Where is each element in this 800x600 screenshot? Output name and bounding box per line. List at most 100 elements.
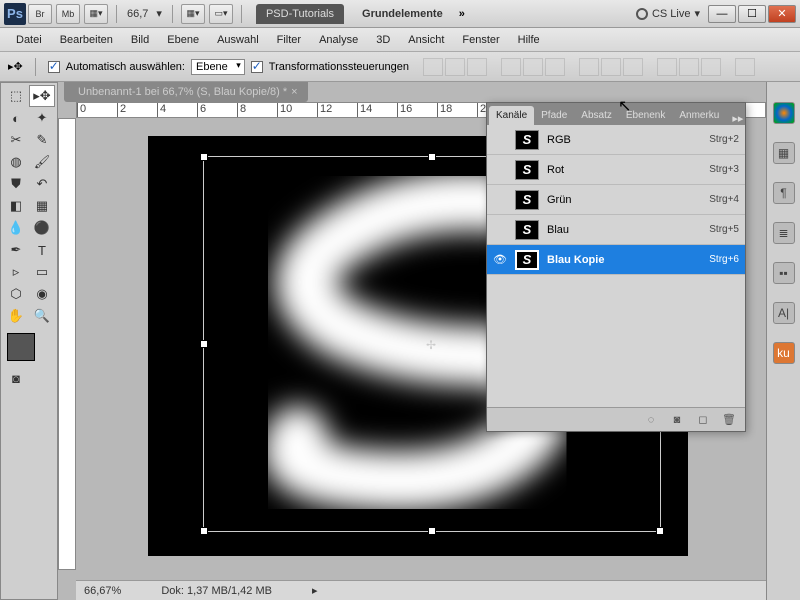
menu-filter[interactable]: Filter <box>269 31 309 49</box>
menu-fenster[interactable]: Fenster <box>454 31 507 49</box>
adjustments-dock-icon[interactable]: ▪▪ <box>773 262 795 284</box>
handle-bm[interactable] <box>428 527 436 535</box>
statusbar: 66,67% Dok: 1,37 MB/1,42 MB ▸ <box>76 580 766 600</box>
tab-ebenenk[interactable]: Ebenenk <box>619 106 672 125</box>
handle-br[interactable] <box>656 527 664 535</box>
channel-blau[interactable]: SBlauStrg+5 <box>487 215 745 245</box>
channel-rgb[interactable]: SRGBStrg+2 <box>487 125 745 155</box>
close-button[interactable]: ✕ <box>768 5 796 23</box>
delete-channel-icon[interactable]: 🗑 <box>721 412 737 428</box>
panel-tabs: Kanäle Pfade Absatz Ebenenk Anmerku ▸▸ ▤ <box>487 103 745 125</box>
view-extras-button[interactable]: ▦▾ <box>84 4 108 24</box>
channel-blau-kopie[interactable]: SBlau KopieStrg+6 <box>487 245 745 275</box>
pen-tool[interactable]: ✒ <box>3 239 29 261</box>
new-channel-icon[interactable]: ◻ <box>695 412 711 428</box>
eye-icon[interactable] <box>493 193 507 207</box>
center-mark[interactable]: ✢ <box>426 338 438 350</box>
maximize-button[interactable]: ☐ <box>738 5 766 23</box>
handle-ml[interactable] <box>200 340 208 348</box>
channel-rot[interactable]: SRotStrg+3 <box>487 155 745 185</box>
panel-footer: ◌ ◙ ◻ 🗑 <box>487 407 745 431</box>
eyedropper-tool[interactable]: ✎ <box>29 129 55 151</box>
blur-tool[interactable]: 💧 <box>3 217 29 239</box>
gradient-tool[interactable]: ▦ <box>29 195 55 217</box>
hand-tool[interactable]: ✋ <box>3 305 29 327</box>
cs-live[interactable]: CS Live▾ <box>636 7 700 20</box>
color-swatch[interactable] <box>7 333 35 361</box>
menu-ebene[interactable]: Ebene <box>159 31 207 49</box>
zoom-tool[interactable]: 🔍 <box>29 305 55 327</box>
dodge-tool[interactable]: ⚫ <box>29 217 55 239</box>
channel-gruen[interactable]: SGrünStrg+4 <box>487 185 745 215</box>
crop-tool[interactable]: ✂ <box>3 129 29 151</box>
menu-ansicht[interactable]: Ansicht <box>400 31 452 49</box>
status-doc[interactable]: Dok: 1,37 MB/1,42 MB <box>161 585 272 597</box>
wand-tool[interactable]: ✦ <box>29 107 55 129</box>
toolbox: ⬚▸✥ ◐✦ ✂✎ ◍🖌 ⛊↶ ◧▦ 💧⚫ ✒T ▹▭ ⬡◉ ✋🔍 ◙ <box>0 82 58 600</box>
type-tool[interactable]: T <box>29 239 55 261</box>
stamp-tool[interactable]: ⛊ <box>3 173 29 195</box>
transform-controls-checkbox[interactable] <box>251 61 263 73</box>
menubar: Datei Bearbeiten Bild Ebene Auswahl Filt… <box>0 28 800 52</box>
handle-bl[interactable] <box>200 527 208 535</box>
arrange-button[interactable]: ▦▾ <box>181 4 205 24</box>
menu-3d[interactable]: 3D <box>368 31 398 49</box>
close-tab-icon[interactable]: × <box>291 86 297 98</box>
layers-dock-icon[interactable]: ≣ <box>773 222 795 244</box>
eye-icon[interactable] <box>493 133 507 147</box>
photoshop-icon: Ps <box>4 3 26 25</box>
workspace-tab-grund[interactable]: Grundelemente <box>352 4 453 24</box>
minimize-button[interactable]: — <box>708 5 736 23</box>
menu-bearbeiten[interactable]: Bearbeiten <box>52 31 121 49</box>
character-dock-icon[interactable]: A| <box>773 302 795 324</box>
tab-pfade[interactable]: Pfade <box>534 106 574 125</box>
menu-bild[interactable]: Bild <box>123 31 157 49</box>
panel-expand-icon[interactable]: ▸▸ <box>726 112 745 125</box>
tab-kanaele[interactable]: Kanäle <box>489 106 534 125</box>
bridge-button[interactable]: Br <box>28 4 52 24</box>
move-tool[interactable]: ▸✥ <box>29 85 55 107</box>
minibridge-button[interactable]: Mb <box>56 4 80 24</box>
channels-panel: Kanäle Pfade Absatz Ebenenk Anmerku ▸▸ ▤… <box>486 102 746 432</box>
3d-cam-tool[interactable]: ◉ <box>29 283 55 305</box>
handle-tl[interactable] <box>200 153 208 161</box>
heal-tool[interactable]: ◍ <box>3 151 29 173</box>
menu-datei[interactable]: Datei <box>8 31 50 49</box>
shape-tool[interactable]: ▭ <box>29 261 55 283</box>
swatches-dock-icon[interactable]: ▦ <box>773 142 795 164</box>
history-tool[interactable]: ↶ <box>29 173 55 195</box>
paragraph-dock-icon[interactable]: ¶ <box>773 182 795 204</box>
quickmask-tool[interactable]: ◙ <box>3 367 29 389</box>
zoom-level[interactable]: 66,7 <box>127 8 148 20</box>
brush-tool[interactable]: 🖌 <box>29 151 55 173</box>
status-zoom[interactable]: 66,67% <box>84 585 121 597</box>
layer-dropdown[interactable]: Ebene <box>191 59 245 75</box>
tab-absatz[interactable]: Absatz <box>574 106 619 125</box>
eye-icon[interactable] <box>493 163 507 177</box>
screenmode-button[interactable]: ▭▾ <box>209 4 233 24</box>
tab-anmerk[interactable]: Anmerku <box>672 106 726 125</box>
menu-hilfe[interactable]: Hilfe <box>510 31 548 49</box>
menu-auswahl[interactable]: Auswahl <box>209 31 267 49</box>
marquee-tool[interactable]: ⬚ <box>3 85 29 107</box>
align-btn[interactable] <box>423 58 443 76</box>
eraser-tool[interactable]: ◧ <box>3 195 29 217</box>
handle-tm[interactable] <box>428 153 436 161</box>
path-tool[interactable]: ▹ <box>3 261 29 283</box>
kuler-dock-icon[interactable]: ku <box>773 342 795 364</box>
auto-select-checkbox[interactable] <box>48 61 60 73</box>
load-selection-icon[interactable]: ◌ <box>643 412 659 428</box>
eye-icon[interactable] <box>493 253 507 267</box>
save-selection-icon[interactable]: ◙ <box>669 412 685 428</box>
ruler-vertical[interactable] <box>58 118 76 570</box>
auto-select-label: Automatisch auswählen: <box>66 61 185 73</box>
document-tab[interactable]: Unbenannt-1 bei 66,7% (S, Blau Kopie/8) … <box>64 82 308 102</box>
lasso-tool[interactable]: ◐ <box>3 107 29 129</box>
workspace-tab-psd[interactable]: PSD-Tutorials <box>256 4 344 24</box>
eye-icon[interactable] <box>493 223 507 237</box>
menu-analyse[interactable]: Analyse <box>311 31 366 49</box>
align-group-1 <box>423 58 487 76</box>
color-dock-icon[interactable] <box>773 102 795 124</box>
titlebar: Ps Br Mb ▦▾ 66,7▾ ▦▾ ▭▾ PSD-Tutorials Gr… <box>0 0 800 28</box>
3d-tool[interactable]: ⬡ <box>3 283 29 305</box>
